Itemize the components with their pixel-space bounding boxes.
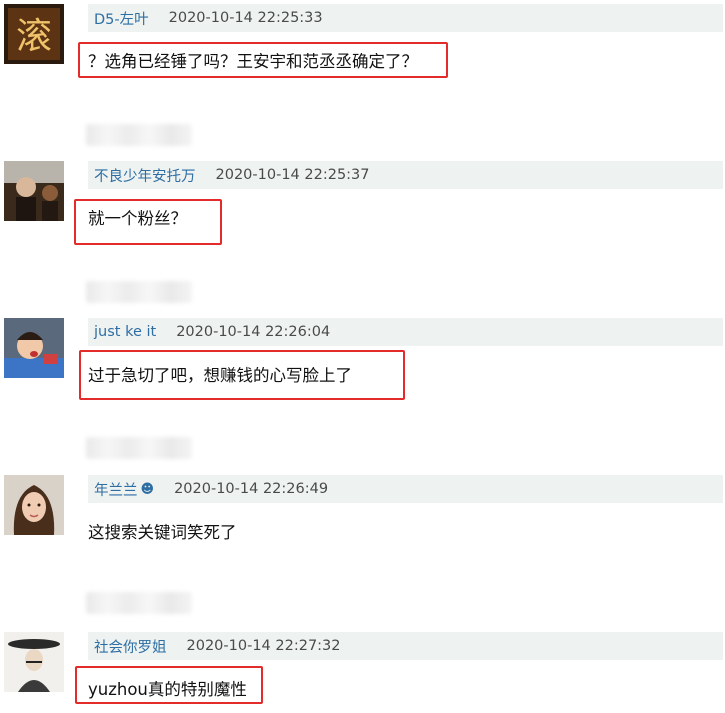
blurred-reply — [86, 124, 192, 146]
blurred-reply — [86, 592, 192, 614]
svg-text:滚: 滚 — [16, 16, 52, 57]
user-avatar[interactable] — [4, 475, 64, 535]
highlight-box — [74, 199, 222, 245]
user-avatar[interactable] — [4, 161, 64, 221]
timestamp: 2020-10-14 22:27:32 — [186, 638, 341, 654]
emoji-badge-icon: ☻ — [140, 481, 155, 497]
comment-meta-bar: just ke it 2020-10-14 22:26:04 — [88, 318, 723, 346]
timestamp: 2020-10-14 22:26:04 — [176, 324, 331, 340]
highlight-box — [78, 42, 448, 78]
user-avatar[interactable] — [4, 632, 64, 692]
username-link[interactable]: 社会你罗姐 — [88, 636, 167, 657]
user-avatar[interactable]: 滚 — [4, 4, 64, 64]
comment-meta-bar: D5-左叶 2020-10-14 22:25:33 — [88, 4, 723, 32]
comment-meta-bar: 年兰兰 ☻ 2020-10-14 22:26:49 — [88, 475, 723, 503]
username-link[interactable]: 不良少年安托万 — [88, 165, 196, 186]
comment-item: 年兰兰 ☻ 2020-10-14 22:26:49 这搜索关键词笑死了 — [0, 471, 725, 561]
highlight-box — [79, 350, 405, 400]
comment-meta-bar: 不良少年安托万 2020-10-14 22:25:37 — [88, 161, 723, 189]
blurred-reply — [86, 437, 192, 459]
highlight-box — [75, 666, 263, 704]
comment-item: just ke it 2020-10-14 22:26:04 过于急切了吧，想赚… — [0, 314, 725, 404]
username-link[interactable]: 年兰兰 — [88, 479, 138, 500]
comment-item: 社会你罗姐 2020-10-14 22:27:32 yuzhou真的特别魔性 — [0, 628, 725, 713]
timestamp: 2020-10-14 22:25:33 — [168, 10, 323, 26]
user-avatar[interactable] — [4, 318, 64, 378]
username-link[interactable]: just ke it — [88, 324, 156, 340]
comment-item: 滚 D5-左叶 2020-10-14 22:25:33 ？选角已经锤了吗？王安宇… — [0, 0, 725, 90]
comment-text: 这搜索关键词笑死了 — [88, 523, 237, 542]
timestamp: 2020-10-14 22:26:49 — [174, 481, 329, 497]
comment-item: 不良少年安托万 2020-10-14 22:25:37 就一个粉丝？ — [0, 157, 725, 247]
username-link[interactable]: D5-左叶 — [88, 8, 149, 29]
timestamp: 2020-10-14 22:25:37 — [215, 167, 370, 183]
comment-meta-bar: 社会你罗姐 2020-10-14 22:27:32 — [88, 632, 723, 660]
blurred-reply — [86, 281, 192, 303]
